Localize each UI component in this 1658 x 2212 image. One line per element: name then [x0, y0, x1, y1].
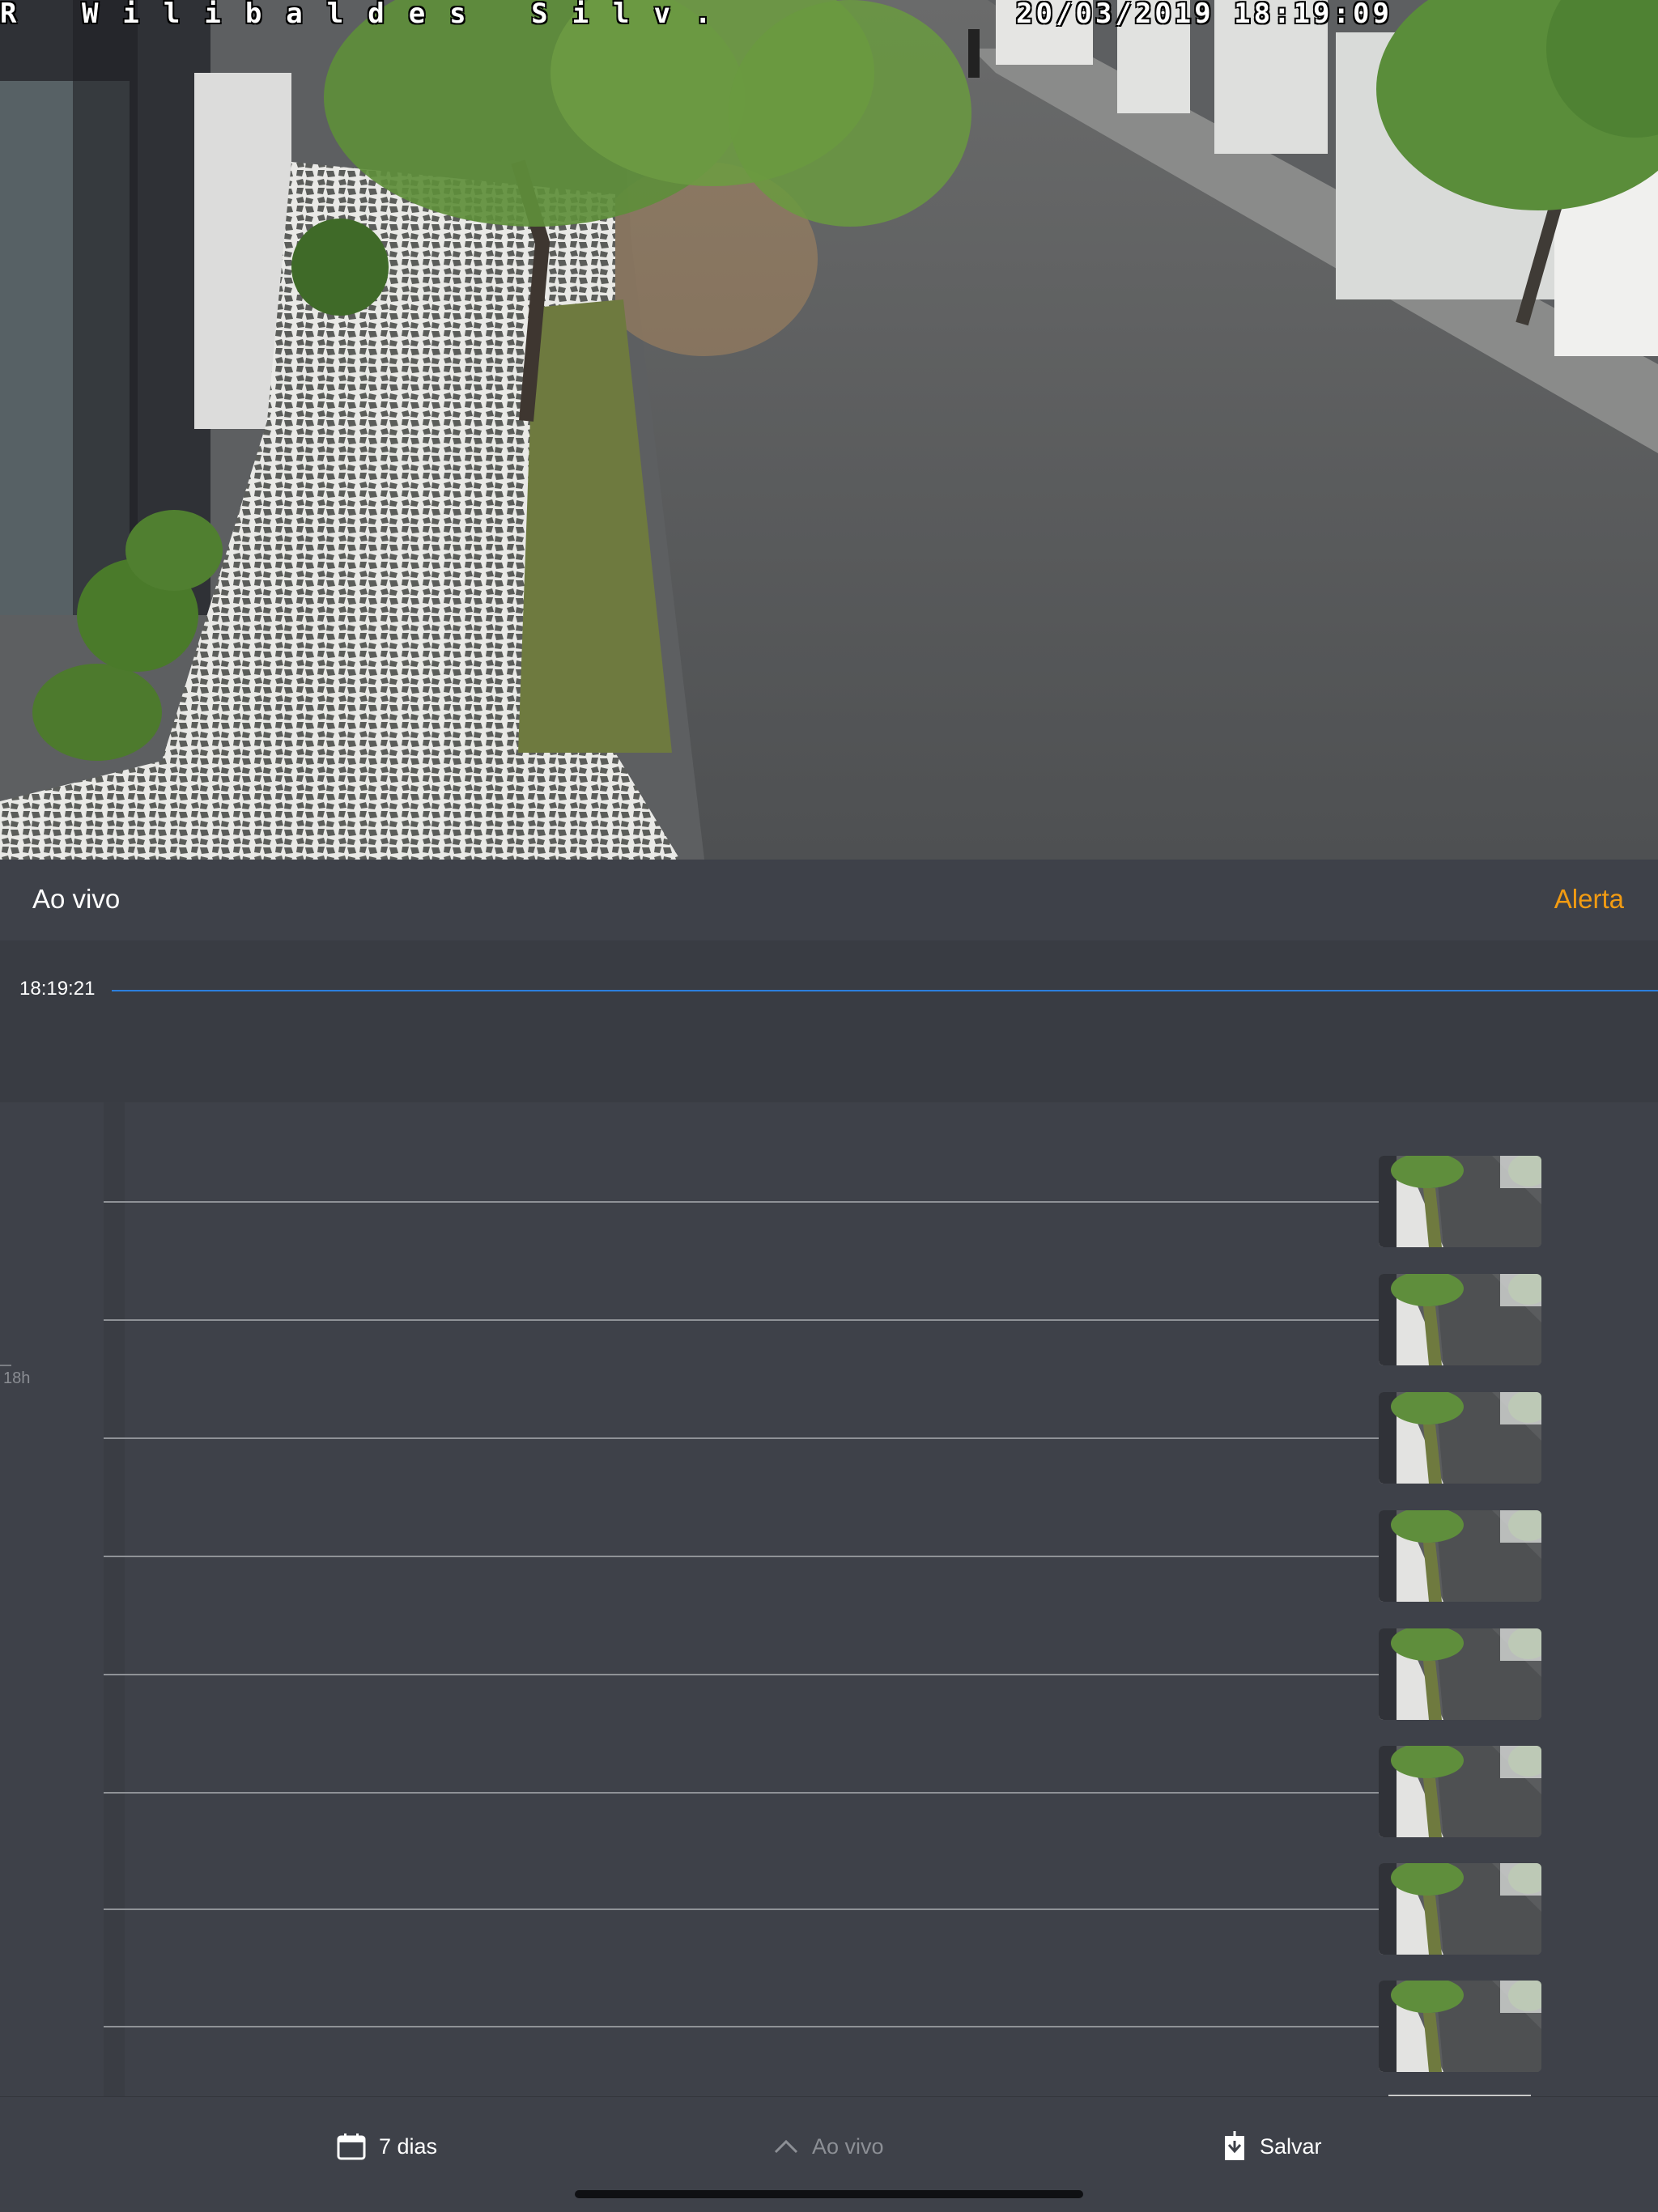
live-header: Ao vivo Alerta — [0, 860, 1658, 940]
thumbnail-image — [1379, 1156, 1541, 1247]
event-row[interactable] — [104, 1792, 1380, 1794]
thumbnail-image — [1379, 1510, 1541, 1602]
camera-live-view[interactable]: R Wilibaldes Silv. 20/03/2019 18:19:09 — [0, 0, 1658, 860]
event-row[interactable] — [104, 1437, 1380, 1439]
thumbnail-image — [1379, 1746, 1541, 1837]
event-row[interactable] — [104, 2026, 1380, 2027]
chevron-up-icon — [773, 2138, 799, 2155]
thumbnail-image — [1379, 1628, 1541, 1720]
event-thumbnail[interactable] — [1379, 1863, 1541, 1955]
timeline-gutter — [104, 1102, 125, 2096]
go-live-label: Ao vivo — [812, 2133, 884, 2159]
live-title: Ao vivo — [32, 884, 121, 914]
camera-location-overlay: R Wilibaldes Silv. — [0, 0, 736, 30]
download-icon — [1222, 2131, 1247, 2162]
current-time-indicator — [112, 990, 1658, 991]
event-thumbnail[interactable] — [1379, 1746, 1541, 1837]
current-time-label: 18:19:21 — [19, 978, 96, 1000]
thumbnail-image — [1379, 1274, 1541, 1365]
camera-scene — [0, 0, 1658, 860]
go-live-button[interactable]: Ao vivo — [773, 2128, 884, 2165]
days-filter-label: 7 dias — [379, 2133, 438, 2159]
event-row[interactable] — [104, 1556, 1380, 1557]
calendar-icon — [337, 2133, 366, 2160]
event-timeline[interactable]: 18h — [0, 1102, 1658, 2096]
save-button[interactable]: Salvar — [1222, 2128, 1322, 2165]
event-row[interactable] — [104, 1201, 1380, 1203]
camera-timestamp-overlay: 20/03/2019 18:19:09 — [1016, 0, 1392, 30]
hour-label: 18h — [3, 1369, 31, 1387]
event-row[interactable] — [104, 1319, 1380, 1321]
thumbnail-image — [1379, 1981, 1541, 2072]
event-thumbnail[interactable] — [1379, 1274, 1541, 1365]
event-thumbnail[interactable] — [1379, 1392, 1541, 1484]
home-indicator[interactable] — [575, 2190, 1083, 2198]
thumbnail-image — [1379, 1392, 1541, 1484]
alert-button[interactable]: Alerta — [1554, 884, 1624, 915]
event-thumbnail[interactable] — [1379, 1628, 1541, 1720]
event-row[interactable] — [104, 1674, 1380, 1675]
event-row[interactable] — [104, 1908, 1380, 1910]
current-time-band: 18:19:21 — [0, 940, 1658, 1102]
event-thumbnail[interactable] — [1379, 1510, 1541, 1602]
thumbnail-image — [1379, 1863, 1541, 1955]
event-thumbnail[interactable] — [1379, 1156, 1541, 1247]
save-label: Salvar — [1260, 2133, 1322, 2159]
hour-tick — [0, 1365, 11, 1366]
event-thumbnail[interactable] — [1379, 1981, 1541, 2072]
days-filter-button[interactable]: 7 dias — [337, 2128, 437, 2165]
